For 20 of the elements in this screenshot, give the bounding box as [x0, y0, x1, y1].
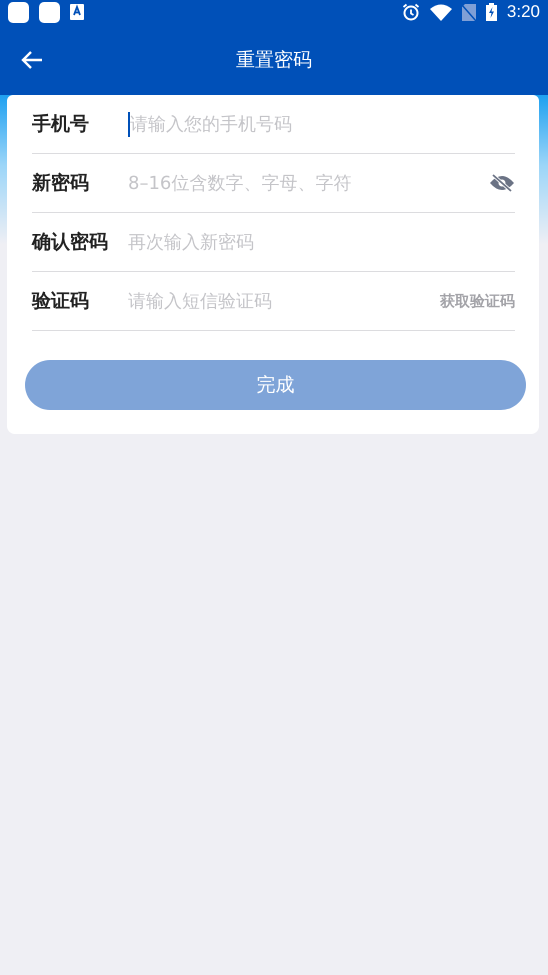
page-title: 重置密码: [236, 48, 312, 72]
get-code-button[interactable]: 获取验证码: [440, 292, 515, 310]
input-field[interactable]: 8–16位含数字、字母、字符: [128, 172, 489, 194]
wifi-icon: [430, 4, 452, 20]
no-sim-icon: [462, 4, 476, 20]
field-label: 手机号: [32, 112, 90, 137]
field-label: 验证码: [32, 289, 90, 314]
field-label: 确认密码: [32, 230, 109, 255]
app-icon: [8, 2, 29, 22]
field-label: 新密码: [32, 171, 90, 196]
input-field[interactable]: 请输入您的手机号码: [130, 114, 515, 134]
hidden-eye-icon[interactable]: [489, 174, 515, 192]
back-button[interactable]: [21, 50, 43, 70]
alarm-icon: [402, 3, 420, 21]
battery-charging-icon: [486, 3, 497, 21]
input-field[interactable]: 再次输入新密码: [128, 232, 515, 252]
input-field[interactable]: 请输入短信验证码: [128, 290, 440, 312]
app-icon: [39, 2, 60, 22]
keyboard-icon: [70, 4, 84, 20]
clock-time: 3:20: [506, 2, 540, 22]
